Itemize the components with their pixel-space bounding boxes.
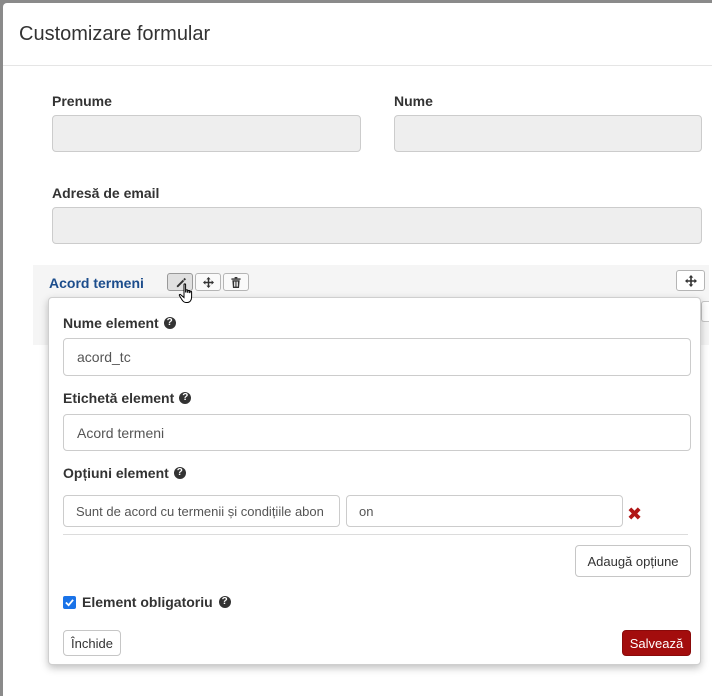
required-label: Element obligatoriu [82,594,213,610]
move-icon [202,276,214,288]
move-icon [684,274,697,287]
checkmark-icon [65,598,74,607]
row-button-stub [701,301,709,322]
question-icon[interactable]: ? [163,317,176,329]
email-label: Adresă de email [52,185,160,201]
modal-title: Customizare formular [19,23,211,45]
move-row-button[interactable] [676,270,705,291]
modal-header: Customizare formular [3,3,712,66]
add-option-button[interactable]: Adaugă opțiune [575,545,691,577]
move-element-button[interactable] [195,273,221,291]
trash-icon [231,276,241,288]
save-button[interactable]: Salvează [622,630,691,656]
element-caption-label-row: Etichetă element ? [63,390,192,406]
question-icon[interactable]: ? [218,596,231,608]
last-name-label: Nume [394,93,433,109]
question-icon[interactable]: ? [173,467,186,479]
first-name-label: Prenume [52,93,112,109]
email-input[interactable] [52,207,702,244]
element-editor-popover: Nume element ? Etichetă element ? Opțiun… [48,297,701,665]
element-title: Acord termeni [49,275,144,291]
element-caption-input[interactable] [63,414,691,451]
first-name-input[interactable] [52,115,361,152]
element-name-label-row: Nume element ? [63,315,176,331]
delete-element-button[interactable] [223,273,249,291]
hand-cursor-icon [178,283,193,303]
remove-option-icon[interactable]: ✖ [627,504,642,525]
required-checkbox[interactable] [63,595,76,609]
question-icon[interactable]: ? [179,392,192,404]
element-name-input[interactable] [63,338,691,376]
last-name-input[interactable] [394,115,702,152]
options-divider [63,534,688,535]
element-options-label: Opțiuni element [63,465,169,481]
element-caption-label: Etichetă element [63,390,175,406]
element-options-label-row: Opțiuni element ? [63,465,186,481]
element-name-label: Nume element [63,315,159,331]
option-value-input[interactable] [346,495,623,527]
option-label-input[interactable] [63,495,340,527]
required-row: Element obligatoriu ? [63,594,231,610]
close-button[interactable]: Închide [63,630,121,656]
